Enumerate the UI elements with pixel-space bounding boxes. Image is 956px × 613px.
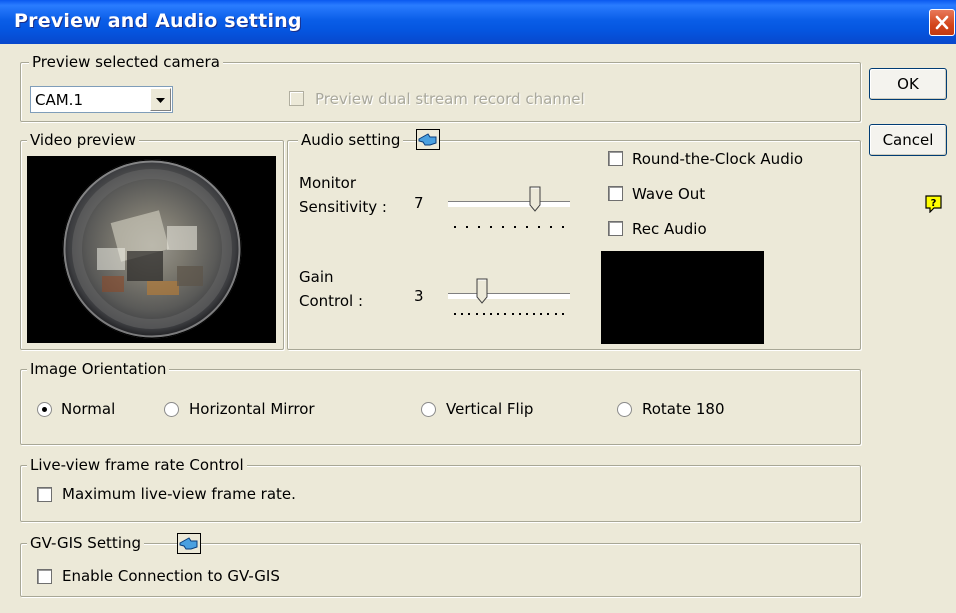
radio-horizontal-mirror[interactable] (164, 402, 179, 417)
monitor-value: 7 (414, 194, 424, 212)
dual-stream-label: Preview dual stream record channel (315, 90, 585, 108)
pointing-hand-icon[interactable] (416, 129, 440, 150)
enable-gis-label: Enable Connection to GV-GIS (62, 567, 280, 585)
dropdown-button[interactable] (150, 88, 171, 111)
wave-out-checkbox[interactable] (608, 186, 623, 201)
dual-stream-checkbox[interactable] (289, 91, 304, 106)
svg-text:?: ? (931, 198, 937, 209)
help-icon[interactable]: ? (925, 195, 942, 213)
radio-rotate-180[interactable] (617, 402, 632, 417)
max-frame-rate-label: Maximum live-view frame rate. (62, 485, 296, 503)
monitor-slider-thumb[interactable] (529, 186, 541, 212)
rec-audio-checkbox[interactable] (608, 221, 623, 236)
round-clock-checkbox[interactable] (608, 151, 623, 166)
radio-normal-label: Normal (61, 400, 116, 418)
frame-rate-legend: Live-view frame rate Control (27, 456, 247, 474)
gain-slider-ticks (454, 313, 564, 315)
radio-rotate-180-label: Rotate 180 (642, 400, 725, 418)
radio-horizontal-mirror-label: Horizontal Mirror (189, 400, 315, 418)
rec-audio-label: Rec Audio (632, 220, 707, 238)
monitor-slider-ticks (454, 226, 564, 228)
wave-out-label: Wave Out (632, 185, 706, 203)
video-preview-image (27, 156, 276, 343)
enable-gis-checkbox[interactable] (37, 569, 52, 584)
round-clock-label: Round-the-Clock Audio (632, 150, 804, 168)
gain-value: 3 (414, 287, 424, 305)
gv-gis-legend: GV-GIS Setting (27, 534, 145, 552)
close-button[interactable] (929, 9, 955, 36)
audio-setting-legend: Audio setting (298, 131, 404, 149)
radio-normal[interactable] (37, 402, 52, 417)
monitor-label: Monitor (299, 174, 357, 192)
title-bar[interactable]: Preview and Audio setting (0, 0, 956, 44)
monitor-slider-track (448, 201, 570, 206)
chevron-down-icon (156, 98, 165, 103)
camera-select-value: CAM.1 (35, 91, 83, 109)
image-orientation-group: Image Orientation (20, 360, 861, 445)
preview-camera-legend: Preview selected camera (29, 53, 223, 71)
gain-label: Gain (299, 268, 334, 286)
audio-setting-group: Audio setting (287, 131, 861, 350)
control-label: Control : (299, 292, 364, 310)
window-title: Preview and Audio setting (14, 10, 302, 32)
image-orientation-legend: Image Orientation (27, 360, 170, 378)
cancel-button[interactable]: Cancel (869, 124, 947, 156)
radio-vertical-flip[interactable] (421, 402, 436, 417)
ok-button[interactable]: OK (869, 68, 947, 100)
gain-slider-track (448, 293, 570, 298)
fisheye-camera-image (27, 156, 276, 343)
radio-vertical-flip-label: Vertical Flip (446, 400, 534, 418)
audio-level-meter (601, 251, 764, 344)
dialog-window: Preview and Audio setting OK Cancel ? Pr… (0, 0, 956, 613)
camera-select[interactable]: CAM.1 (30, 86, 173, 113)
sensitivity-label: Sensitivity : (299, 198, 387, 216)
gain-slider-thumb[interactable] (476, 278, 488, 304)
close-icon (935, 15, 949, 30)
max-frame-rate-checkbox[interactable] (37, 487, 52, 502)
pointing-hand-icon[interactable] (177, 533, 201, 554)
video-preview-legend: Video preview (27, 131, 139, 149)
